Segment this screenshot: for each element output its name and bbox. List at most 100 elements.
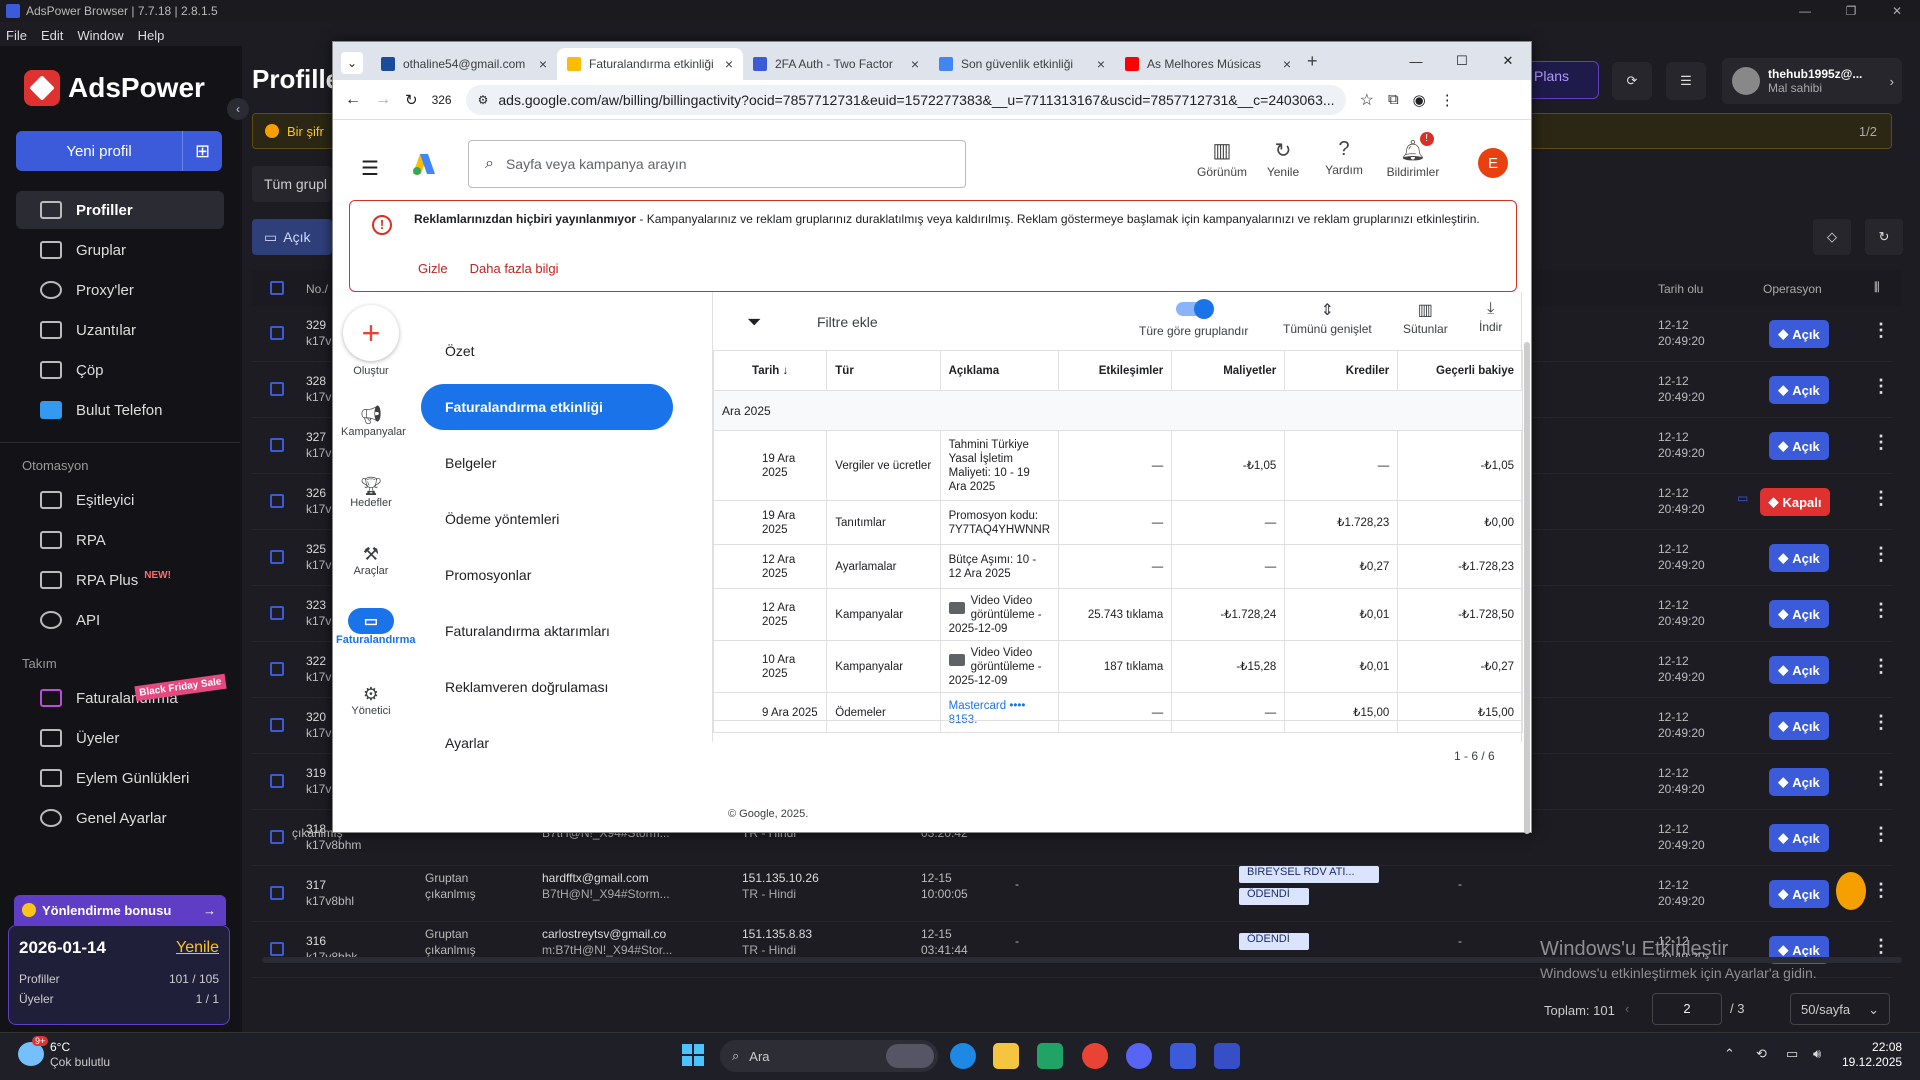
collapse-sidebar-icon[interactable]: ‹ (227, 98, 249, 120)
subnav-payment-methods[interactable]: Ödeme yöntemleri (421, 496, 671, 542)
open-profile-button[interactable]: ◆ Açık (1769, 824, 1829, 852)
create-button[interactable]: + Oluştur (341, 305, 401, 377)
learn-more-link[interactable]: Daha fazla bilgi (470, 261, 559, 277)
admin-nav[interactable]: ⚙ Yönetici (341, 684, 401, 717)
open-profile-button[interactable]: ◆ Açık (1769, 600, 1829, 628)
subnav-billing-activity[interactable]: Faturalandırma etkinliği (421, 384, 673, 430)
sidebar-item-rpa-plus[interactable]: RPA Plus NEW! (16, 561, 224, 599)
tab-1[interactable]: othaline54@gmail.com × (371, 48, 557, 80)
tab-4[interactable]: Son güvenlik etkinliği × (929, 48, 1115, 80)
tab-close-icon[interactable]: × (911, 56, 919, 72)
subnav-settings[interactable]: Ayarlar (421, 720, 671, 766)
sidebar-item-extensions[interactable]: Uzantılar (16, 311, 224, 349)
taskbar-search[interactable]: ⌕ Ara (720, 1040, 938, 1072)
more-options-icon[interactable]: ⋮ (1872, 824, 1890, 845)
menu-help[interactable]: Help (138, 28, 165, 43)
row-checkbox[interactable] (270, 886, 284, 900)
menu-edit[interactable]: Edit (41, 28, 63, 43)
cell-description[interactable]: Mastercard •••• 8153. (949, 700, 1026, 726)
restore-icon[interactable]: ❐ (1828, 0, 1874, 22)
open-button[interactable]: ▭ Açık (252, 219, 332, 255)
tab-search-icon[interactable]: ⌄ (341, 52, 363, 74)
row-checkbox[interactable] (270, 718, 284, 732)
select-all-checkbox[interactable] (270, 281, 284, 295)
subnav-documents[interactable]: Belgeler (421, 440, 671, 486)
sidebar-item-cloud-phone[interactable]: Bulut Telefon (16, 391, 224, 429)
tab-5[interactable]: As Melhores Músicas × (1115, 48, 1301, 80)
more-options-icon[interactable]: ⋮ (1872, 656, 1890, 677)
reload-icon[interactable]: ↻ (405, 91, 418, 109)
billing-nav[interactable]: ▭ Faturalandırma (336, 608, 415, 646)
referral-bonus-button[interactable]: Yönlendirme bonusu → (14, 895, 226, 925)
row-checkbox[interactable] (270, 942, 284, 956)
profile-browser-taskbar-icon[interactable] (1214, 1043, 1240, 1069)
close-profile-button[interactable]: ◆ Kapalı (1760, 488, 1830, 516)
row-checkbox[interactable] (270, 662, 284, 676)
tab-close-icon[interactable]: × (725, 56, 733, 72)
columns-button[interactable]: ▥ Sütunlar (1403, 300, 1448, 336)
row-checkbox[interactable] (270, 830, 284, 844)
open-profile-button[interactable]: ◆ Açık (1769, 544, 1829, 572)
open-profile-button[interactable]: ◆ Açık (1769, 656, 1829, 684)
account-avatar[interactable]: E (1478, 148, 1508, 178)
new-profile-button[interactable]: Yeni profil ⊞ (16, 131, 222, 171)
subnav-advertiser-verification[interactable]: Reklamveren doğrulaması (421, 664, 671, 710)
appearance-button[interactable]: ▥ Görünüm (1192, 138, 1252, 179)
bookmark-star-icon[interactable]: ☆ (1360, 90, 1374, 110)
user-menu[interactable]: thehub1995z@... Mal sahibi › (1722, 58, 1902, 104)
open-profile-button[interactable]: ◆ Açık (1769, 320, 1829, 348)
row-checkbox[interactable] (270, 382, 284, 396)
windows-start-icon[interactable] (682, 1044, 704, 1066)
goals-nav[interactable]: 🏆︎ Hedefler (341, 476, 401, 509)
tab-close-icon[interactable]: × (1097, 56, 1105, 72)
profile-icon[interactable]: ◉ (1413, 91, 1426, 109)
row-checkbox[interactable] (270, 438, 284, 452)
more-options-icon[interactable]: ⋮ (1872, 768, 1890, 789)
tag-icon[interactable]: ◇ (1813, 219, 1851, 255)
close-icon[interactable]: ✕ (1874, 0, 1920, 22)
hamburger-icon[interactable]: ☰ (361, 156, 379, 181)
more-options-icon[interactable]: ⋮ (1872, 432, 1890, 453)
more-options-icon[interactable]: ⋮ (1872, 936, 1890, 957)
open-profile-button[interactable]: ◆ Açık (1769, 768, 1829, 796)
sidebar-item-rpa[interactable]: RPA (16, 521, 224, 559)
tray-chevron-icon[interactable]: ⌃ (1724, 1046, 1735, 1062)
page-input[interactable]: 2 (1652, 993, 1722, 1025)
adspower-taskbar-icon[interactable] (1170, 1043, 1196, 1069)
row-checkbox[interactable] (270, 326, 284, 340)
google-ads-logo-icon[interactable] (411, 152, 437, 176)
sidebar-item-proxies[interactable]: Proxy'ler (16, 271, 224, 309)
open-profile-button[interactable]: ◆ Açık (1769, 376, 1829, 404)
more-options-icon[interactable]: ⋮ (1872, 320, 1890, 341)
refresh-button[interactable]: ↻ Yenile (1253, 138, 1313, 179)
renew-link[interactable]: Yenile (176, 939, 219, 957)
reload-icon[interactable]: ↻ (1865, 219, 1903, 255)
more-options-icon[interactable]: ⋮ (1872, 544, 1890, 565)
row-checkbox[interactable] (270, 550, 284, 564)
open-profile-button[interactable]: ◆ Açık (1769, 880, 1829, 908)
add-filter[interactable]: Filtre ekle (817, 314, 878, 330)
download-button[interactable]: ⤓ İndir (1479, 300, 1502, 334)
per-page-select[interactable]: 50/sayfa ⌄ (1790, 993, 1890, 1025)
sidebar-item-trash[interactable]: Çöp (16, 351, 224, 389)
col-0[interactable]: Tarih ↓ (712, 350, 828, 391)
notifications-button[interactable]: 🔔︎! Bildirimler (1383, 132, 1443, 179)
ads-search-input[interactable]: ⌕ Sayfa veya kampanya arayın (468, 140, 966, 188)
menu-file[interactable]: File (6, 28, 27, 43)
tools-nav[interactable]: ⚒ Araçlar (341, 544, 401, 577)
page-scrollbar[interactable] (1524, 342, 1530, 834)
more-options-icon[interactable]: ⋮ (1872, 600, 1890, 621)
address-bar[interactable]: ⚙ ads.google.com/aw/billing/billingactiv… (465, 84, 1346, 115)
group-by-type-toggle[interactable]: Türe göre gruplandır (1139, 299, 1248, 338)
tab-3[interactable]: 2FA Auth - Two Factor × (743, 48, 929, 80)
sidebar-item-members[interactable]: Üyeler (16, 719, 224, 757)
browser-close-icon[interactable]: ✕ (1485, 53, 1531, 69)
window-icon[interactable]: ▭ (1737, 491, 1748, 505)
extensions-icon[interactable]: ⧉ (1388, 91, 1399, 108)
open-profile-button[interactable]: ◆ Açık (1769, 432, 1829, 460)
minimize-icon[interactable]: — (1782, 0, 1828, 22)
menu-window[interactable]: Window (77, 28, 123, 43)
site-info-icon[interactable]: ⚙ (478, 93, 489, 107)
subnav-promotions[interactable]: Promosyonlar (421, 552, 671, 598)
open-profile-button[interactable]: ◆ Açık (1769, 712, 1829, 740)
